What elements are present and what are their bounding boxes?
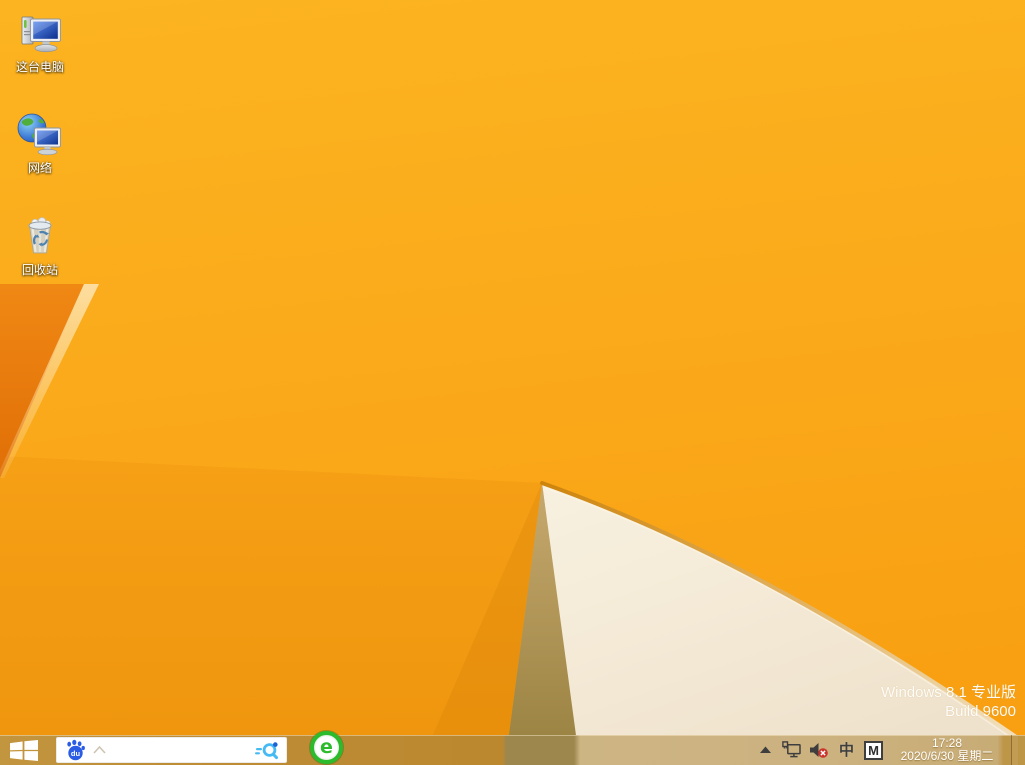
ime-mode-label: M xyxy=(864,741,883,760)
speaker-mute-icon xyxy=(809,741,829,759)
taskbar: du e xyxy=(0,735,1025,765)
start-button[interactable] xyxy=(0,735,48,765)
network-globe-icon xyxy=(16,111,64,159)
this-pc-icon xyxy=(16,10,64,58)
desktop-icon-label: 网络 xyxy=(28,161,52,175)
chevron-up-icon[interactable] xyxy=(93,746,106,754)
wired-network-icon xyxy=(782,741,801,759)
search-icon[interactable] xyxy=(255,740,280,761)
desktop-icon-label: 回收站 xyxy=(22,263,58,277)
show-desktop-button[interactable] xyxy=(1011,735,1018,765)
watermark-edition: Windows 8.1 专业版 xyxy=(881,683,1016,702)
baidu-du-text: du xyxy=(71,749,81,758)
ime-chinese-label: 中 xyxy=(839,743,854,758)
ime-language-indicator[interactable]: 中 xyxy=(839,743,854,758)
watermark-build: Build 9600 xyxy=(881,702,1016,721)
system-tray: 中 M 17:28 2020/6/30 星期二 xyxy=(759,735,1025,765)
ime-mode-indicator[interactable]: M xyxy=(864,741,883,760)
desktop-icon-recycle-bin[interactable]: 回收站 xyxy=(2,213,78,277)
browser-letter: e xyxy=(320,738,333,757)
wallpaper xyxy=(0,0,1025,765)
baidu-paw-icon: du xyxy=(65,739,86,761)
green-e-browser-icon[interactable]: e xyxy=(310,731,343,764)
desktop-icon-label: 这台电脑 xyxy=(16,60,64,74)
baidu-search-box[interactable]: du xyxy=(56,737,287,763)
network-status-icon[interactable] xyxy=(782,741,801,759)
windows-watermark: Windows 8.1 专业版 Build 9600 xyxy=(881,683,1016,721)
taskbar-clock[interactable]: 17:28 2020/6/30 星期二 xyxy=(891,737,1003,763)
search-input[interactable] xyxy=(112,740,255,760)
desktop-icon-network[interactable]: 网络 xyxy=(2,111,78,175)
triangle-up-icon xyxy=(759,746,772,754)
clock-date: 2020/6/30 星期二 xyxy=(891,750,1003,763)
windows-logo-icon xyxy=(10,740,38,761)
volume-muted-icon[interactable] xyxy=(809,741,829,759)
recycle-bin-icon xyxy=(16,213,64,261)
desktop-icon-this-pc[interactable]: 这台电脑 xyxy=(2,10,78,74)
show-hidden-icons-button[interactable] xyxy=(759,746,772,754)
windows-desktop: 这台电脑 网络 xyxy=(0,0,1025,765)
